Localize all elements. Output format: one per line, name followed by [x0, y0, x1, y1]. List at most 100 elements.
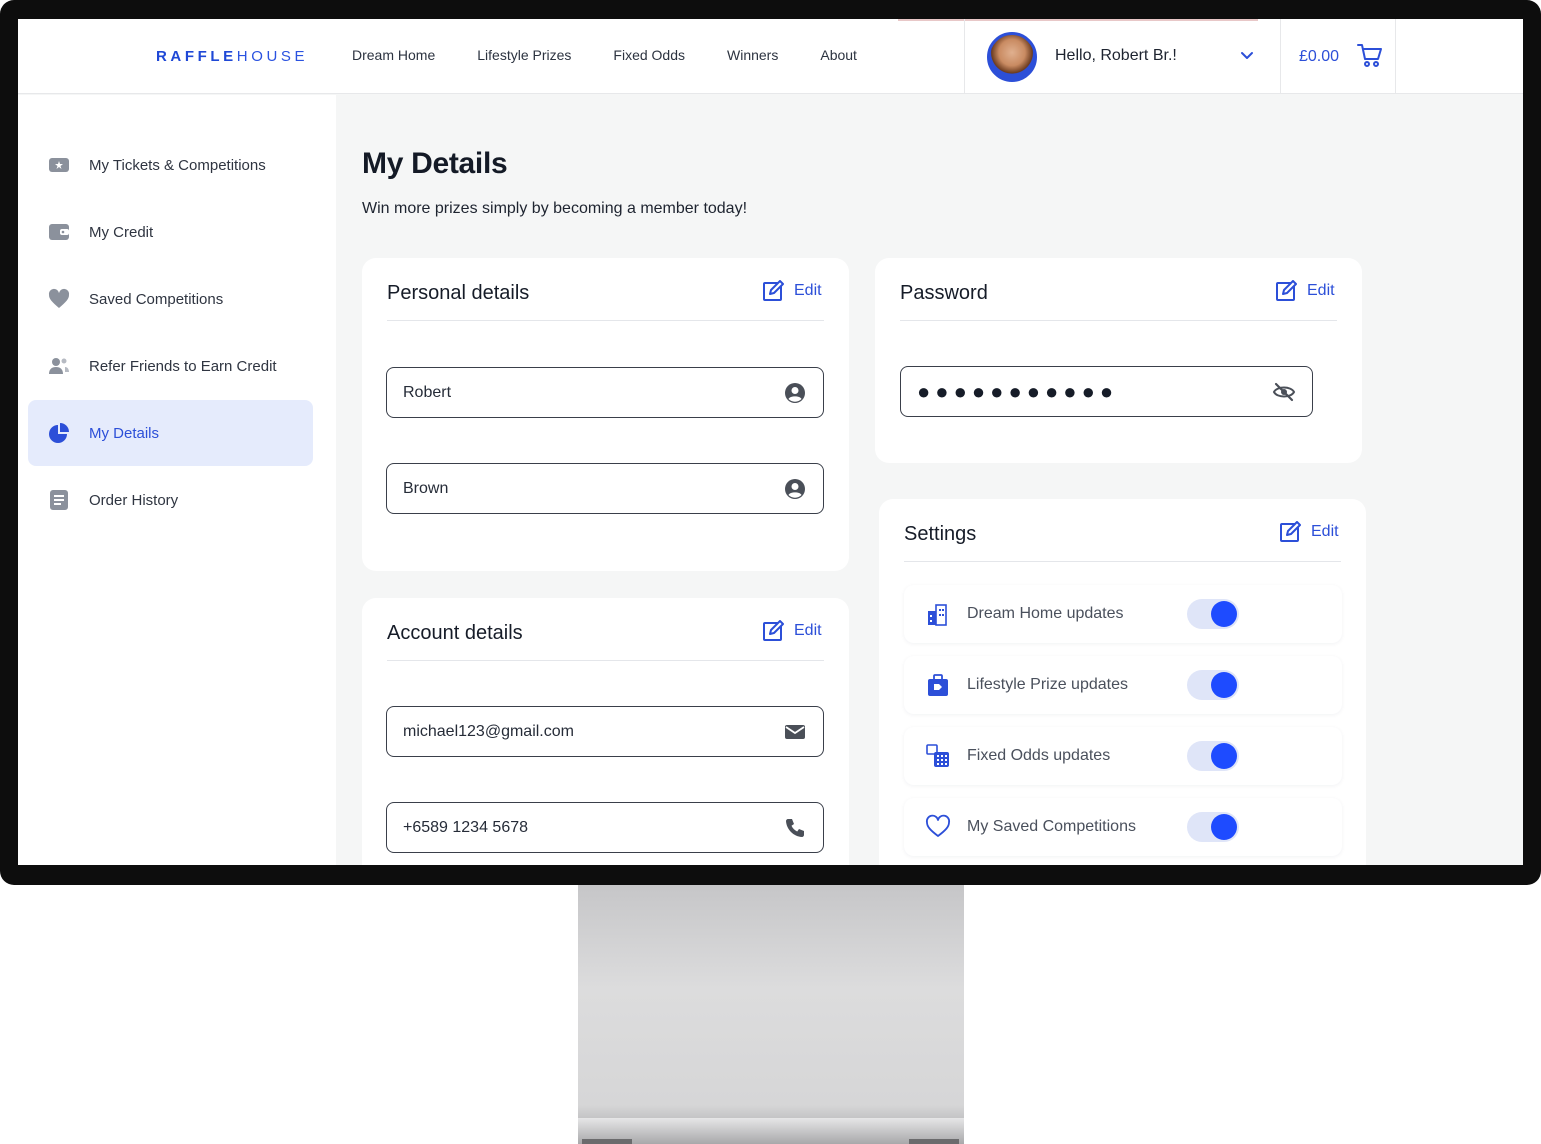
building-icon	[928, 604, 947, 626]
brand-logo[interactable]: RAFFLEHOUSE	[156, 48, 308, 65]
top-header: RAFFLEHOUSE Dream Home Lifestyle Prizes …	[18, 19, 1523, 94]
edit-icon	[763, 620, 784, 641]
fixed-odds-toggle[interactable]	[1187, 741, 1239, 771]
saved-competitions-toggle[interactable]	[1187, 812, 1239, 842]
divider	[387, 660, 824, 661]
card-title: Account details	[387, 622, 523, 644]
edit-icon	[1280, 521, 1301, 542]
user-menu[interactable]: Hello, Robert Br.!	[964, 19, 1281, 94]
eye-off-icon[interactable]	[1272, 380, 1296, 404]
cart-icon[interactable]	[1356, 41, 1384, 69]
setting-dream-home: Dream Home updates	[904, 585, 1342, 643]
phone-field[interactable]: +6589 1234 5678	[386, 802, 824, 853]
monitor-stand	[578, 885, 964, 1144]
setting-label: Dream Home updates	[967, 605, 1124, 622]
wallet-icon	[49, 224, 69, 240]
sidebar-item-my-details[interactable]: My Details	[28, 400, 313, 466]
last-name-field[interactable]: Brown	[386, 463, 824, 514]
setting-label: My Saved Competitions	[967, 818, 1136, 835]
personal-details-card: Personal details Edit Robert Brown	[362, 258, 849, 571]
edit-icon	[763, 280, 784, 301]
sidebar-item-label: Refer Friends to Earn Credit	[89, 357, 277, 375]
sidebar-item-tickets[interactable]: My Tickets & Competitions	[28, 132, 313, 198]
avatar[interactable]	[987, 32, 1037, 82]
toggle-knob	[1211, 601, 1237, 627]
first-name-field[interactable]: Robert	[386, 367, 824, 418]
brand-name-bold: RAFFLE	[156, 48, 237, 65]
edit-settings-button[interactable]: Edit	[1279, 521, 1339, 543]
card-title: Personal details	[387, 282, 530, 304]
sidebar-item-saved[interactable]: Saved Competitions	[28, 266, 313, 332]
setting-label: Lifestyle Prize updates	[967, 676, 1128, 693]
edit-icon	[1276, 280, 1297, 301]
calculator-icon	[926, 744, 949, 767]
phone-icon	[786, 819, 804, 837]
divider	[387, 320, 824, 321]
setting-saved-competitions: My Saved Competitions	[904, 798, 1342, 856]
card-title: Password	[900, 282, 988, 304]
user-greeting: Hello, Robert Br.!	[1055, 47, 1177, 64]
stand-notch	[909, 1139, 959, 1144]
setting-label: Fixed Odds updates	[967, 747, 1111, 764]
monitor-frame: RAFFLEHOUSE Dream Home Lifestyle Prizes …	[0, 0, 1541, 885]
sidebar-item-label: My Details	[89, 424, 160, 442]
sidebar-item-label: My Credit	[89, 223, 154, 241]
heart-icon	[48, 288, 70, 308]
users-icon	[49, 358, 69, 374]
page-subtitle: Win more prizes simply by becoming a mem…	[362, 200, 748, 217]
lifestyle-prize-toggle[interactable]	[1187, 670, 1239, 700]
pie-chart-icon	[49, 423, 69, 443]
nav-fixed-odds[interactable]: Fixed Odds	[613, 47, 685, 63]
edit-label: Edit	[794, 622, 822, 639]
screen: RAFFLEHOUSE Dream Home Lifestyle Prizes …	[18, 19, 1523, 865]
settings-card: Settings Edit Dream Home updates Lifesty…	[879, 499, 1366, 865]
password-masked-value: ●●●●●●●●●●●	[917, 379, 1119, 404]
edit-label: Edit	[1311, 523, 1339, 540]
email-field[interactable]: michael123@gmail.com	[386, 706, 824, 757]
divider	[900, 320, 1337, 321]
edit-personal-button[interactable]: Edit	[762, 280, 822, 302]
sidebar-item-label: Order History	[89, 491, 179, 509]
phone-value: +6589 1234 5678	[403, 819, 529, 836]
brand-name-light: HOUSE	[236, 48, 309, 65]
toggle-knob	[1211, 814, 1237, 840]
last-name-value: Brown	[403, 480, 449, 497]
heart-outline-icon	[926, 814, 950, 837]
cart-amount: £0.00	[1299, 48, 1340, 65]
sidebar: My Tickets & Competitions My Credit Save…	[18, 95, 336, 865]
user-circle-icon	[785, 479, 805, 499]
page-title: My Details	[362, 147, 508, 180]
email-value: michael123@gmail.com	[403, 723, 574, 740]
nav-lifestyle-prizes[interactable]: Lifestyle Prizes	[477, 47, 571, 63]
edit-label: Edit	[794, 282, 822, 299]
user-circle-icon	[785, 383, 805, 403]
sidebar-item-refer[interactable]: Refer Friends to Earn Credit	[28, 333, 313, 399]
setting-lifestyle-prize: Lifestyle Prize updates	[904, 656, 1342, 714]
nav-winners[interactable]: Winners	[727, 47, 778, 63]
chevron-down-icon[interactable]	[1239, 47, 1255, 63]
edit-account-button[interactable]: Edit	[762, 620, 822, 642]
stand-notch	[582, 1139, 632, 1144]
dream-home-toggle[interactable]	[1187, 599, 1239, 629]
password-field[interactable]: ●●●●●●●●●●●	[900, 366, 1313, 417]
sidebar-item-credit[interactable]: My Credit	[28, 199, 313, 265]
account-details-card: Account details Edit michael123@gmail.co…	[362, 598, 849, 865]
sidebar-item-label: My Tickets & Competitions	[89, 156, 266, 174]
sidebar-item-label: Saved Competitions	[89, 290, 224, 308]
cart[interactable]: £0.00	[1281, 19, 1396, 94]
card-title: Settings	[904, 523, 977, 545]
toggle-knob	[1211, 743, 1237, 769]
first-name-value: Robert	[403, 384, 452, 401]
edit-label: Edit	[1307, 282, 1335, 299]
password-card: Password Edit ●●●●●●●●●●●	[875, 258, 1362, 463]
nav-dream-home[interactable]: Dream Home	[352, 47, 435, 63]
monitor-stand-foot	[578, 1118, 964, 1144]
edit-password-button[interactable]: Edit	[1275, 280, 1335, 302]
sidebar-item-order-history[interactable]: Order History	[28, 467, 313, 533]
document-icon	[50, 490, 68, 510]
ticket-icon	[49, 158, 69, 172]
nav-about[interactable]: About	[820, 47, 857, 63]
divider	[904, 561, 1341, 562]
toggle-knob	[1211, 672, 1237, 698]
suitcase-icon	[928, 674, 948, 696]
